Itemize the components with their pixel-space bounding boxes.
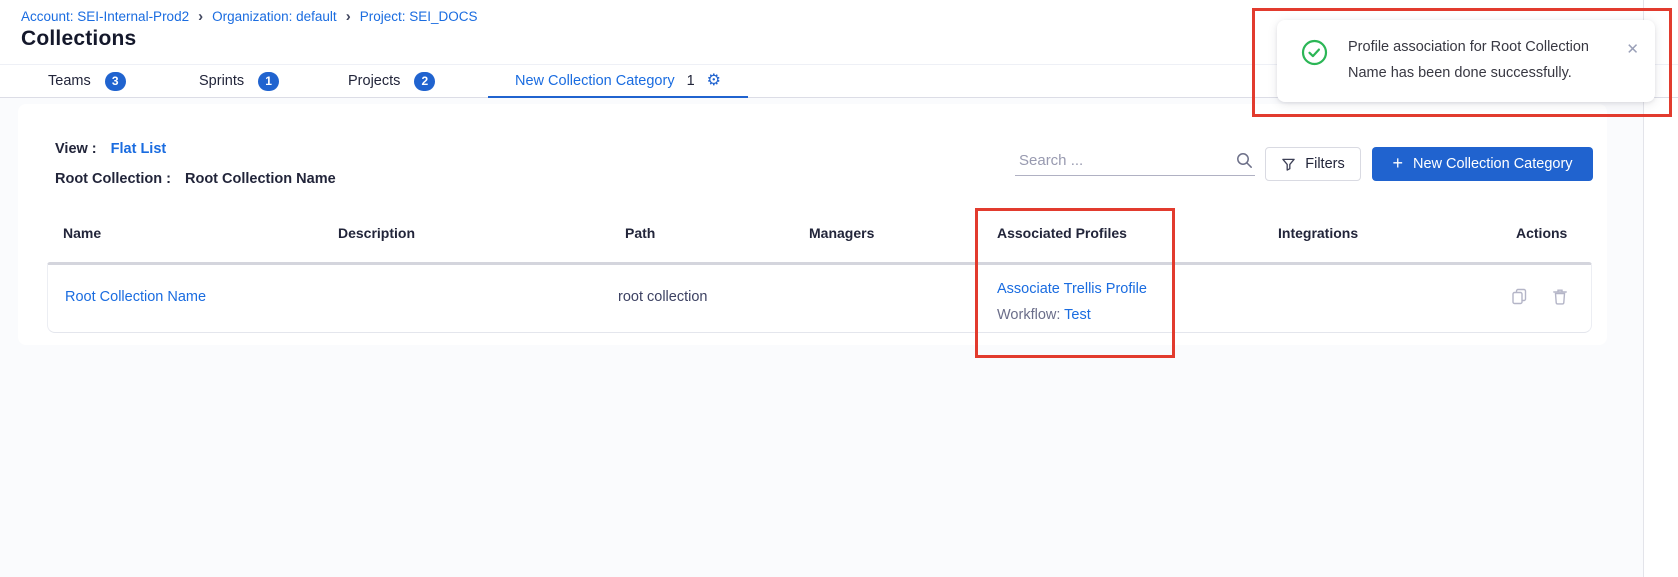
breadcrumb-account-link[interactable]: Account: SEI-Internal-Prod2 (21, 9, 189, 24)
tab-teams[interactable]: Teams 3 (48, 65, 126, 97)
tab-label: Teams (48, 73, 91, 89)
tab-label: Sprints (199, 73, 244, 89)
close-icon[interactable]: ✕ (1626, 40, 1639, 58)
delete-trash-icon[interactable] (1552, 288, 1568, 305)
breadcrumb: Account: SEI-Internal-Prod2 › Organizati… (21, 8, 477, 24)
root-collection-label: Root Collection : (55, 171, 171, 187)
search-icon (1236, 152, 1253, 169)
collections-page: { "breadcrumb": { "separator": "›", "ite… (0, 0, 1678, 577)
root-collection-value: Root Collection Name (185, 171, 336, 187)
success-toast: Profile association for Root Collection … (1277, 20, 1655, 102)
associate-trellis-profile-link[interactable]: Associate Trellis Profile (997, 281, 1147, 297)
tab-projects[interactable]: Projects 2 (348, 65, 435, 97)
new-collection-category-button[interactable]: + New Collection Category (1372, 147, 1593, 181)
count-badge: 3 (105, 72, 126, 91)
chevron-right-icon: › (198, 8, 203, 24)
row-associated-profiles-cell: Associate Trellis Profile Workflow: Test (997, 276, 1147, 328)
row-name-link[interactable]: Root Collection Name (65, 289, 206, 305)
check-circle-icon (1301, 39, 1328, 66)
column-header-associated-profiles: Associated Profiles (997, 225, 1127, 241)
settings-gear-icon[interactable]: ⚙ (707, 73, 721, 89)
search-field (1015, 146, 1255, 176)
root-collection-row: Root Collection : Root Collection Name (55, 171, 336, 187)
tab-sprints[interactable]: Sprints 1 (199, 65, 279, 97)
count-badge: 1 (258, 72, 279, 91)
toast-message: Profile association for Root Collection … (1348, 34, 1618, 86)
tab-new-collection-category[interactable]: New Collection Category 1 ⚙ (488, 65, 748, 98)
workflow-test-link[interactable]: Test (1064, 307, 1091, 323)
breadcrumb-project-link[interactable]: Project: SEI_DOCS (360, 9, 478, 24)
column-header-integrations: Integrations (1278, 225, 1358, 241)
table-row (47, 262, 1592, 333)
workflow-label: Workflow: (997, 307, 1060, 323)
column-header-actions: Actions (1516, 225, 1567, 241)
row-actions-cell (1511, 288, 1568, 305)
filters-button-label: Filters (1305, 156, 1344, 172)
count-badge: 1 (687, 65, 695, 97)
column-header-path: Path (625, 225, 655, 241)
filter-funnel-icon (1281, 157, 1296, 172)
flat-list-link[interactable]: Flat List (111, 141, 167, 157)
count-badge: 2 (414, 72, 435, 91)
view-row: View : Flat List (55, 141, 166, 157)
breadcrumb-organization-link[interactable]: Organization: default (212, 9, 337, 24)
plus-icon: + (1392, 154, 1403, 172)
tab-label: New Collection Category (515, 73, 675, 89)
search-input[interactable] (1015, 152, 1236, 169)
column-header-managers: Managers (809, 225, 874, 241)
copy-icon[interactable] (1511, 288, 1528, 305)
tab-label: Projects (348, 73, 400, 89)
new-collection-category-button-label: New Collection Category (1413, 156, 1573, 172)
chevron-right-icon: › (346, 8, 351, 24)
column-header-name: Name (63, 225, 101, 241)
column-header-description: Description (338, 225, 415, 241)
row-path-cell: root collection (618, 289, 707, 305)
page-title: Collections (21, 27, 136, 51)
filters-button[interactable]: Filters (1265, 147, 1361, 181)
view-label: View : (55, 141, 97, 157)
